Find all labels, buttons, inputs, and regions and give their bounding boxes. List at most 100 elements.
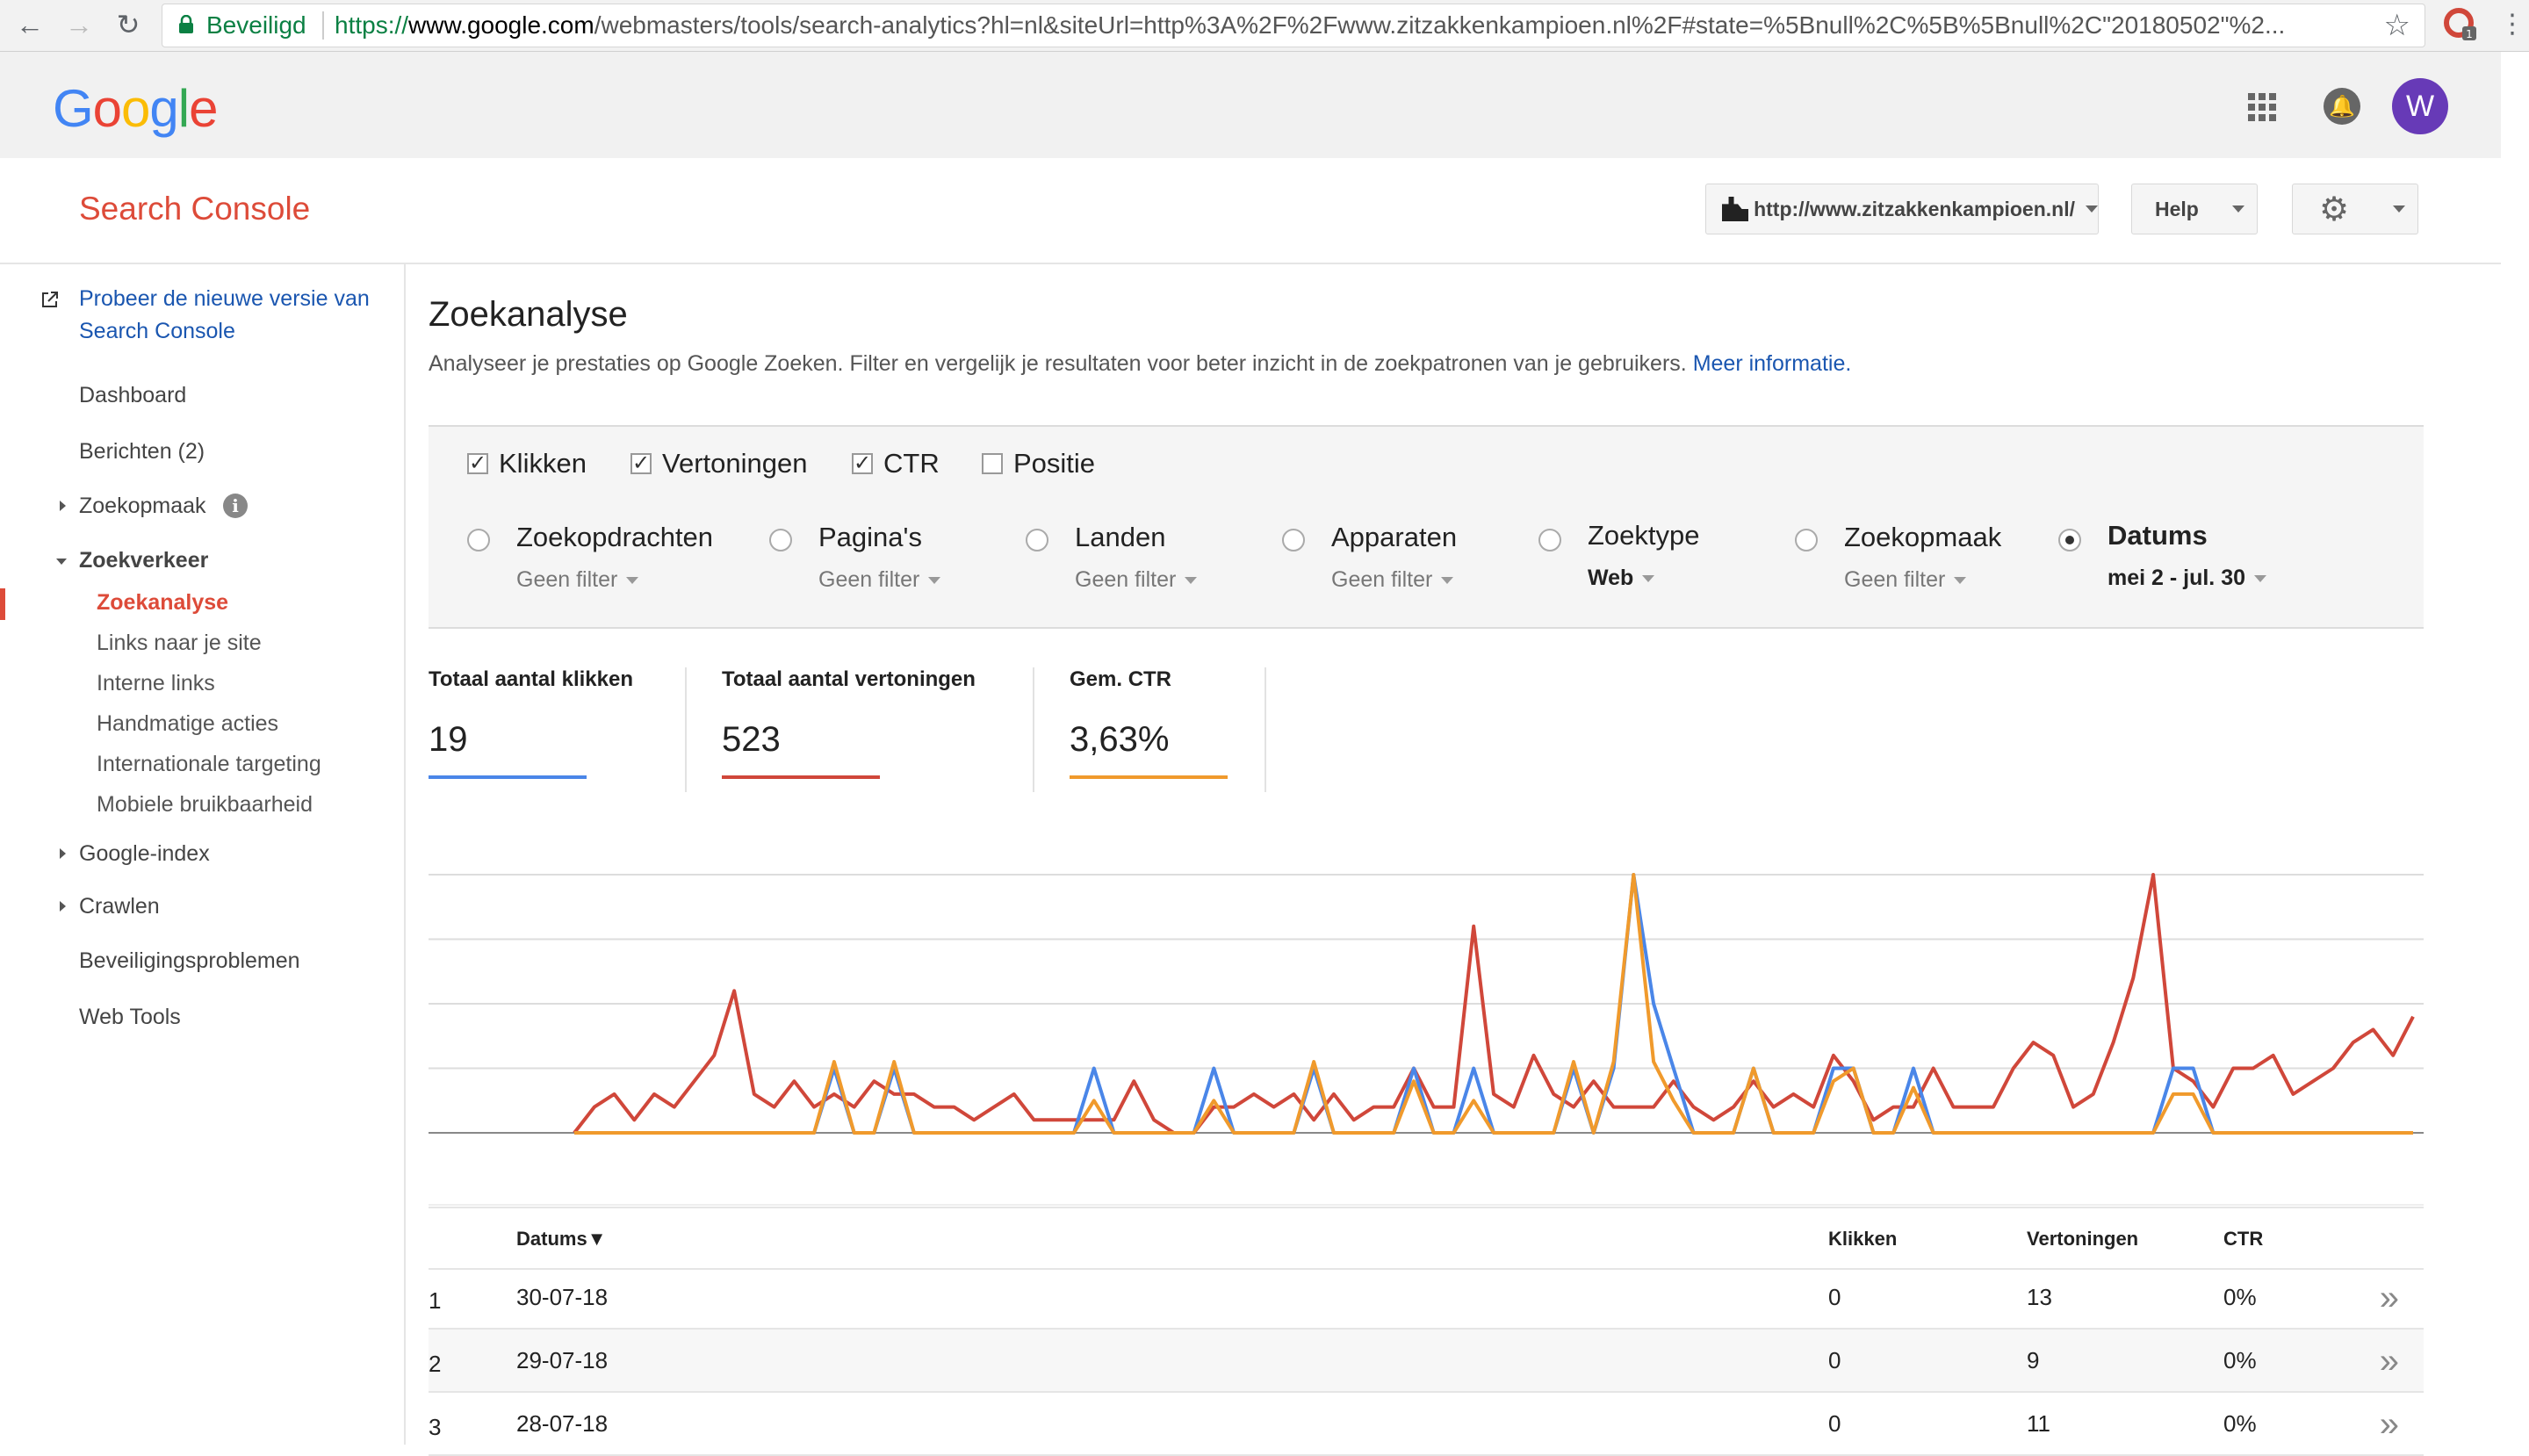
site-selector[interactable]: http://www.zitzakkenkampioen.nl/: [1705, 184, 2099, 234]
filter-value: Geen filter: [516, 567, 618, 592]
filter-value: Geen filter: [1331, 567, 1433, 592]
sidebar-item-crawlen[interactable]: Crawlen: [79, 894, 160, 919]
dimension-label: Pagina's: [818, 522, 922, 552]
forward-icon[interactable]: →: [61, 7, 97, 42]
filter-dropdown[interactable]: Geen filter: [1844, 567, 1967, 593]
sidebar-item-links-naar-je-site[interactable]: Links naar je site: [97, 631, 262, 656]
expand-arrow-icon[interactable]: [60, 901, 66, 912]
metric-checkbox-vertoningen[interactable]: ✓ Vertoningen: [630, 448, 807, 479]
search-console-header: Search Console http://www.zitzakkenkampi…: [0, 159, 2501, 264]
sidebar-item-zoekanalyse[interactable]: Zoekanalyse: [97, 590, 228, 616]
radio-button-selected[interactable]: [2058, 529, 2081, 551]
table-row[interactable]: 3 28-07-18 0 11 0% »: [429, 1393, 2424, 1456]
metric-label: Klikken: [499, 448, 587, 479]
column-header-datums[interactable]: Datums▼: [516, 1228, 606, 1251]
sidebar-item-beveiligingsproblemen[interactable]: Beveiligingsproblemen: [79, 948, 300, 974]
column-header-klikken[interactable]: Klikken: [1828, 1228, 1897, 1251]
sidebar-item-internationale-targeting[interactable]: Internationale targeting: [97, 752, 321, 777]
stat-color-line: [1070, 775, 1228, 779]
sidebar-item-zoekopmaak[interactable]: Zoekopmaak: [79, 494, 206, 519]
sidebar-item-google-index[interactable]: Google-index: [79, 841, 210, 867]
radio-button[interactable]: [769, 529, 792, 551]
column-header-ctr[interactable]: CTR: [2223, 1228, 2263, 1251]
sidebar-item-interne-links[interactable]: Interne links: [97, 671, 215, 696]
help-button[interactable]: Help: [2131, 184, 2258, 234]
new-version-link[interactable]: Search Console: [79, 319, 235, 344]
more-info-link[interactable]: Meer informatie.: [1693, 351, 1852, 376]
expand-arrow-icon[interactable]: [60, 848, 66, 859]
double-chevron-right-icon[interactable]: »: [2380, 1279, 2399, 1318]
filter-dropdown[interactable]: Geen filter: [1331, 567, 1454, 593]
metric-checkbox-positie[interactable]: Positie: [982, 448, 1095, 479]
sidebar-item-web-tools[interactable]: Web Tools: [79, 1005, 181, 1030]
expand-arrow-icon[interactable]: [60, 501, 66, 511]
filter-value: Geen filter: [1844, 567, 1946, 592]
checkbox[interactable]: ✓: [467, 453, 488, 474]
dimension-label: Zoekopdrachten: [516, 522, 714, 552]
filter-dropdown[interactable]: Geen filter: [1075, 567, 1198, 593]
divider: [685, 667, 687, 792]
chevron-down-icon: [2393, 205, 2405, 213]
product-title[interactable]: Search Console: [79, 191, 310, 227]
radio-button[interactable]: [1795, 529, 1818, 551]
sidebar-item-zoekverkeer[interactable]: Zoekverkeer: [79, 548, 208, 573]
back-icon[interactable]: ←: [12, 7, 47, 42]
radio-button[interactable]: [467, 529, 490, 551]
checkbox[interactable]: [982, 453, 1003, 474]
date-range-dropdown[interactable]: mei 2 - jul. 30: [2108, 566, 2267, 591]
settings-button[interactable]: ⚙: [2292, 184, 2418, 234]
browser-menu-icon[interactable]: ⋮: [2499, 9, 2525, 40]
double-chevron-right-icon[interactable]: »: [2380, 1405, 2399, 1445]
reload-icon[interactable]: ↻: [111, 7, 146, 42]
stat-avg-ctr[interactable]: Gem. CTR 3,63%: [1070, 667, 1228, 779]
active-indicator: [0, 588, 5, 620]
sidebar-item-mobiele-bruikbaarheid[interactable]: Mobiele bruikbaarheid: [97, 792, 313, 818]
stat-total-impressions[interactable]: Totaal aantal vertoningen 523: [722, 667, 976, 779]
url-scheme: https://: [335, 11, 409, 39]
extension-icon[interactable]: 1: [2443, 7, 2478, 42]
divider: [1264, 667, 1266, 792]
google-logo[interactable]: Google: [53, 78, 219, 139]
page-description: Analyseer je prestaties op Google Zoeken…: [429, 351, 1851, 377]
notifications-bell-icon[interactable]: 🔔: [2324, 88, 2360, 125]
url-text[interactable]: https://www.google.com/webmasters/tools/…: [335, 11, 2328, 40]
checkbox[interactable]: ✓: [852, 453, 873, 474]
radio-button[interactable]: [1026, 529, 1048, 551]
collapse-arrow-icon[interactable]: [56, 559, 67, 565]
bookmark-star-icon[interactable]: ☆: [2384, 8, 2410, 43]
table-row[interactable]: 1 30-07-18 0 13 0% »: [429, 1266, 2424, 1330]
stat-total-clicks[interactable]: Totaal aantal klikken 19: [429, 667, 633, 779]
checkbox[interactable]: ✓: [630, 453, 652, 474]
sidebar-item-handmatige-acties[interactable]: Handmatige acties: [97, 711, 278, 737]
page-title: Zoekanalyse: [429, 295, 628, 334]
external-link-icon: [42, 292, 58, 307]
stat-value: 19: [429, 720, 468, 759]
divider: [322, 11, 324, 40]
filter-value: Geen filter: [818, 567, 920, 592]
filter-dropdown[interactable]: Geen filter: [516, 567, 639, 593]
filter-value: Geen filter: [1075, 567, 1177, 592]
table-row[interactable]: 2 29-07-18 0 9 0% »: [429, 1330, 2424, 1393]
row-number: 3: [429, 1414, 442, 1440]
metric-checkbox-klikken[interactable]: ✓ Klikken: [467, 448, 587, 479]
info-icon[interactable]: i: [223, 494, 248, 518]
sidebar-item-berichten[interactable]: Berichten (2): [79, 439, 205, 465]
new-version-link[interactable]: Probeer de nieuwe versie van: [79, 286, 370, 312]
radio-button[interactable]: [1538, 529, 1561, 551]
account-avatar[interactable]: W: [2392, 78, 2448, 134]
column-header-vertoningen[interactable]: Vertoningen: [2027, 1228, 2138, 1251]
browser-toolbar: ← → ↻ Beveiligd https://www.google.com/w…: [0, 0, 2529, 52]
metric-label: Vertoningen: [662, 448, 808, 479]
double-chevron-right-icon[interactable]: »: [2380, 1342, 2399, 1381]
divider: [1033, 667, 1034, 792]
apps-grid-icon[interactable]: [2248, 93, 2276, 121]
metric-checkbox-ctr[interactable]: ✓ CTR: [852, 448, 940, 479]
filter-dropdown[interactable]: Web: [1588, 566, 1655, 591]
dimension-label: Zoekopmaak: [1844, 522, 2002, 552]
url-path: /webmasters/tools/search-analytics?hl=nl…: [594, 11, 2286, 39]
radio-button[interactable]: [1282, 529, 1305, 551]
filter-dropdown[interactable]: Geen filter: [818, 567, 941, 593]
row-clicks: 0: [1828, 1347, 1841, 1373]
address-bar[interactable]: Beveiligd https://www.google.com/webmast…: [162, 4, 2425, 47]
sidebar-item-dashboard[interactable]: Dashboard: [79, 383, 186, 408]
